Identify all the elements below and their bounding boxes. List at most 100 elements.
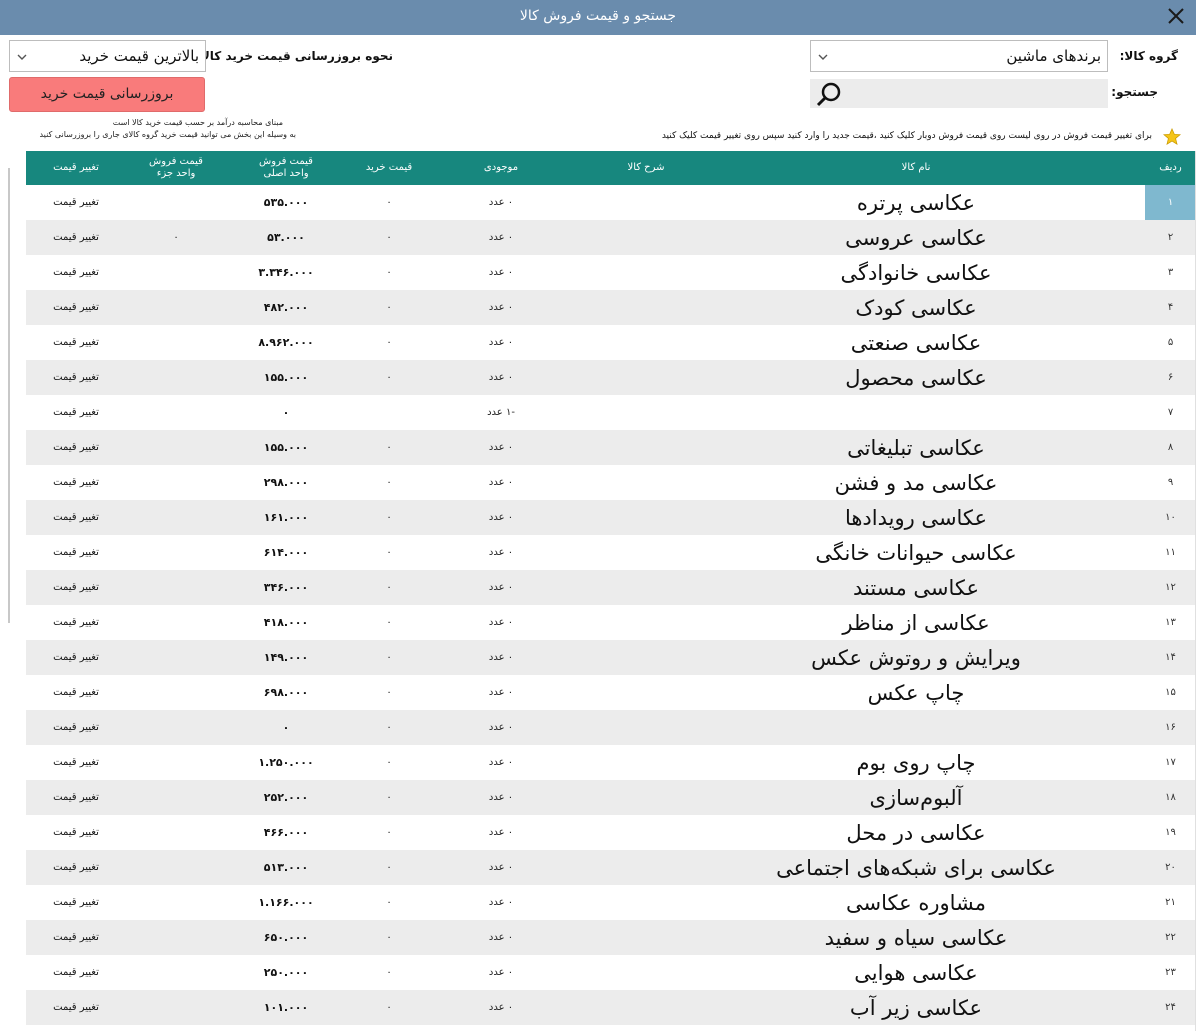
sale-price-cell[interactable]: ۲۵۰.۰۰۰ <box>231 955 341 990</box>
sale-price-cell[interactable]: ۱۰۱.۰۰۰ <box>231 990 341 1025</box>
stock-cell: ۰ عدد <box>488 197 514 208</box>
table-row[interactable]: ۱۶ ۰ عدد ۰ ۰ تغییر قیمت <box>26 710 1195 745</box>
change-price-link[interactable]: تغییر قیمت <box>26 325 126 360</box>
change-price-link[interactable]: تغییر قیمت <box>26 815 126 850</box>
change-price-link[interactable]: تغییر قیمت <box>26 255 126 290</box>
products-table: ردیف نام کالا شرح کالا موجودی قیمت خرید … <box>26 151 1196 1031</box>
change-price-link[interactable]: تغییر قیمت <box>26 220 126 255</box>
search-icon[interactable] <box>814 81 844 107</box>
col-buy[interactable]: قیمت خرید <box>356 151 422 185</box>
product-name: چاپ عکس <box>867 680 965 705</box>
row-index: ۱۵ <box>1165 687 1176 698</box>
sale-price-cell[interactable]: ۳.۳۴۶.۰۰۰ <box>231 255 341 290</box>
table-row[interactable]: ۸ عکاسی تبلیغاتی ۰ عدد ۰ ۱۵۵.۰۰۰ تغییر قیمت <box>26 430 1195 465</box>
table-row[interactable]: ۲۴ عکاسی زیر آب ۰ عدد ۰ ۱۰۱.۰۰۰ تغییر قیمت <box>26 990 1195 1025</box>
table-row[interactable]: ۳ عکاسی خانوادگی ۰ عدد ۰ ۳.۳۴۶.۰۰۰ تغییر قیمت <box>26 255 1195 290</box>
update-buy-price-button[interactable]: بروزرسانی قیمت خرید <box>9 77 205 112</box>
group-select[interactable]: برندهای ماشین <box>810 40 1108 72</box>
stock-cell: ۰ عدد <box>488 897 514 908</box>
table-row[interactable]: ۴ عکاسی کودک ۰ عدد ۰ ۴۸۲.۰۰۰ تغییر قیمت <box>26 290 1195 325</box>
sale-price-cell[interactable]: ۱۶۱.۰۰۰ <box>231 500 341 535</box>
table-row[interactable]: ۱۸ آلبوم‌سازی ۰ عدد ۰ ۲۵۲.۰۰۰ تغییر قیمت <box>26 780 1195 815</box>
sale-price-cell[interactable]: ۲۹۸.۰۰۰ <box>231 465 341 500</box>
table-row[interactable]: ۲۳ عکاسی هوایی ۰ عدد ۰ ۲۵۰.۰۰۰ تغییر قیمت <box>26 955 1195 990</box>
table-row[interactable]: ۱ عکاسی پرتره ۰ عدد ۰ ۵۳۵.۰۰۰ تغییر قیمت <box>26 185 1195 220</box>
table-row[interactable]: ۲۰ عکاسی برای شبکه‌های اجتماعی ۰ عدد ۰ ۵۱۳.۰… <box>26 850 1195 885</box>
col-part[interactable]: قیمت فروش واحد جزء <box>126 151 226 185</box>
sale-price-cell[interactable]: ۰ <box>231 395 341 430</box>
change-price-link[interactable]: تغییر قیمت <box>26 850 126 885</box>
table-row[interactable]: ۲ عکاسی عروسی ۰ عدد ۰ ۵۳.۰۰۰ ۰ تغییر قیمت <box>26 220 1195 255</box>
part-price-cell <box>126 990 226 1025</box>
sale-price-cell[interactable]: ۲۵۲.۰۰۰ <box>231 780 341 815</box>
change-price-link[interactable]: تغییر قیمت <box>26 640 126 675</box>
sale-price-cell[interactable]: ۴۶۶.۰۰۰ <box>231 815 341 850</box>
change-price-link[interactable]: تغییر قیمت <box>26 605 126 640</box>
change-price-link[interactable]: تغییر قیمت <box>26 430 126 465</box>
table-row[interactable]: ۷ -۱ عدد ۰ تغییر قیمت <box>26 395 1195 430</box>
change-price-link[interactable]: تغییر قیمت <box>26 535 126 570</box>
sale-price-cell[interactable]: ۵۱۳.۰۰۰ <box>231 850 341 885</box>
col-sale[interactable]: قیمت فروش واحد اصلی <box>231 151 341 185</box>
change-price-link[interactable]: تغییر قیمت <box>26 290 126 325</box>
sale-price-cell[interactable]: ۶۹۸.۰۰۰ <box>231 675 341 710</box>
col-part-line1: قیمت فروش <box>149 156 203 167</box>
sale-price-cell[interactable]: ۶۱۴.۰۰۰ <box>231 535 341 570</box>
sale-price-cell[interactable]: ۱۵۵.۰۰۰ <box>231 430 341 465</box>
row-index: ۲۲ <box>1165 932 1176 943</box>
table-row[interactable]: ۱۴ ویرایش و روتوش عکس ۰ عدد ۰ ۱۴۹.۰۰۰ تغییر ق… <box>26 640 1195 675</box>
product-name: عکاسی رویدادها <box>844 505 988 530</box>
sale-price-cell[interactable]: ۱۵۵.۰۰۰ <box>231 360 341 395</box>
sale-price-cell[interactable]: ۳۴۶.۰۰۰ <box>231 570 341 605</box>
col-action[interactable]: تغییر قیمت <box>26 151 126 185</box>
search-input[interactable] <box>850 81 1102 106</box>
sale-price-cell[interactable]: ۶۵۰.۰۰۰ <box>231 920 341 955</box>
product-name: عکاسی هوایی <box>854 960 978 985</box>
change-price-link[interactable]: تغییر قیمت <box>26 990 126 1025</box>
table-row[interactable]: ۱۳ عکاسی از مناظر ۰ عدد ۰ ۴۱۸.۰۰۰ تغییر قیمت <box>26 605 1195 640</box>
row-index: ۱۳ <box>1165 617 1176 628</box>
table-row[interactable]: ۱۹ عکاسی در محل ۰ عدد ۰ ۴۶۶.۰۰۰ تغییر قیمت <box>26 815 1195 850</box>
sale-price-cell[interactable]: ۴۸۲.۰۰۰ <box>231 290 341 325</box>
col-desc[interactable]: شرح کالا <box>546 151 746 185</box>
table-row[interactable]: ۵ عکاسی صنعتی ۰ عدد ۰ ۸.۹۶۲.۰۰۰ تغییر قیمت <box>26 325 1195 360</box>
table-row[interactable]: ۲۲ عکاسی سیاه و سفید ۰ عدد ۰ ۶۵۰.۰۰۰ تغییر قی… <box>26 920 1195 955</box>
scrollbar[interactable] <box>8 168 10 623</box>
product-name: عکاسی مستند <box>853 575 979 600</box>
table-row[interactable]: ۱۷ چاپ روی بوم ۰ عدد ۰ ۱.۲۵۰.۰۰۰ تغییر قیمت <box>26 745 1195 780</box>
sale-price-cell[interactable]: ۴۱۸.۰۰۰ <box>231 605 341 640</box>
change-price-link[interactable]: تغییر قیمت <box>26 710 126 745</box>
table-row[interactable]: ۱۰ عکاسی رویدادها ۰ عدد ۰ ۱۶۱.۰۰۰ تغییر قیمت <box>26 500 1195 535</box>
change-price-link[interactable]: تغییر قیمت <box>26 955 126 990</box>
sale-price-cell[interactable]: ۸.۹۶۲.۰۰۰ <box>231 325 341 360</box>
change-price-link[interactable]: تغییر قیمت <box>26 465 126 500</box>
col-index[interactable]: ردیف <box>1145 151 1195 185</box>
sale-price-cell[interactable]: ۵۳۵.۰۰۰ <box>231 185 341 220</box>
sale-price-cell[interactable]: ۱.۲۵۰.۰۰۰ <box>231 745 341 780</box>
note-line-1: مبنای محاسبه درآمد بر حسب قیمت خرید کالا… <box>112 118 283 127</box>
change-price-link[interactable]: تغییر قیمت <box>26 570 126 605</box>
change-price-link[interactable]: تغییر قیمت <box>26 185 126 220</box>
col-stock[interactable]: موجودی <box>456 151 546 185</box>
sale-price-cell[interactable]: ۵۳.۰۰۰ <box>231 220 341 255</box>
sale-price-cell[interactable]: ۱۴۹.۰۰۰ <box>231 640 341 675</box>
sale-price-cell[interactable]: ۰ <box>231 710 341 745</box>
table-row[interactable]: ۶ عکاسی محصول ۰ عدد ۰ ۱۵۵.۰۰۰ تغییر قیمت <box>26 360 1195 395</box>
table-row[interactable]: ۱۵ چاپ عکس ۰ عدد ۰ ۶۹۸.۰۰۰ تغییر قیمت <box>26 675 1195 710</box>
close-icon[interactable] <box>1164 4 1188 28</box>
change-price-link[interactable]: تغییر قیمت <box>26 885 126 920</box>
sale-price-cell[interactable]: ۱.۱۶۶.۰۰۰ <box>231 885 341 920</box>
change-price-link[interactable]: تغییر قیمت <box>26 745 126 780</box>
table-row[interactable]: ۹ عکاسی مد و فشن ۰ عدد ۰ ۲۹۸.۰۰۰ تغییر قیمت <box>26 465 1195 500</box>
update-method-select[interactable]: بالاترین قیمت خرید <box>9 40 206 72</box>
change-price-link[interactable]: تغییر قیمت <box>26 360 126 395</box>
table-row[interactable]: ۱۱ عکاسی حیوانات خانگی ۰ عدد ۰ ۶۱۴.۰۰۰ تغییر … <box>26 535 1195 570</box>
table-row[interactable]: ۱۲ عکاسی مستند ۰ عدد ۰ ۳۴۶.۰۰۰ تغییر قیمت <box>26 570 1195 605</box>
change-price-link[interactable]: تغییر قیمت <box>26 780 126 815</box>
col-name[interactable]: نام کالا <box>696 151 1136 185</box>
table-row[interactable]: ۲۱ مشاوره عکاسی ۰ عدد ۰ ۱.۱۶۶.۰۰۰ تغییر قیمت <box>26 885 1195 920</box>
change-price-link[interactable]: تغییر قیمت <box>26 500 126 535</box>
change-price-link[interactable]: تغییر قیمت <box>26 395 126 430</box>
change-price-link[interactable]: تغییر قیمت <box>26 675 126 710</box>
change-price-link[interactable]: تغییر قیمت <box>26 920 126 955</box>
